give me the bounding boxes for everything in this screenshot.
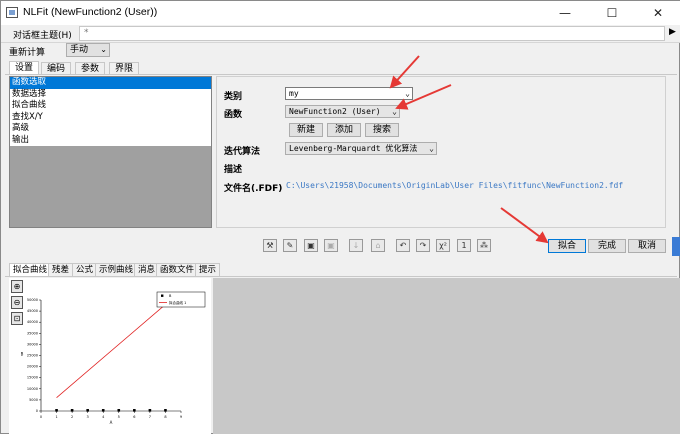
nlfit-window: NLFit (NewFunction2 (User)) — ☐ ✕ 对话框主题(… xyxy=(0,0,680,434)
arrow-to-fit-button xyxy=(500,207,549,244)
arrow-to-category xyxy=(389,55,420,89)
arrow-to-function xyxy=(395,84,452,110)
annotation-arrows xyxy=(389,55,549,244)
